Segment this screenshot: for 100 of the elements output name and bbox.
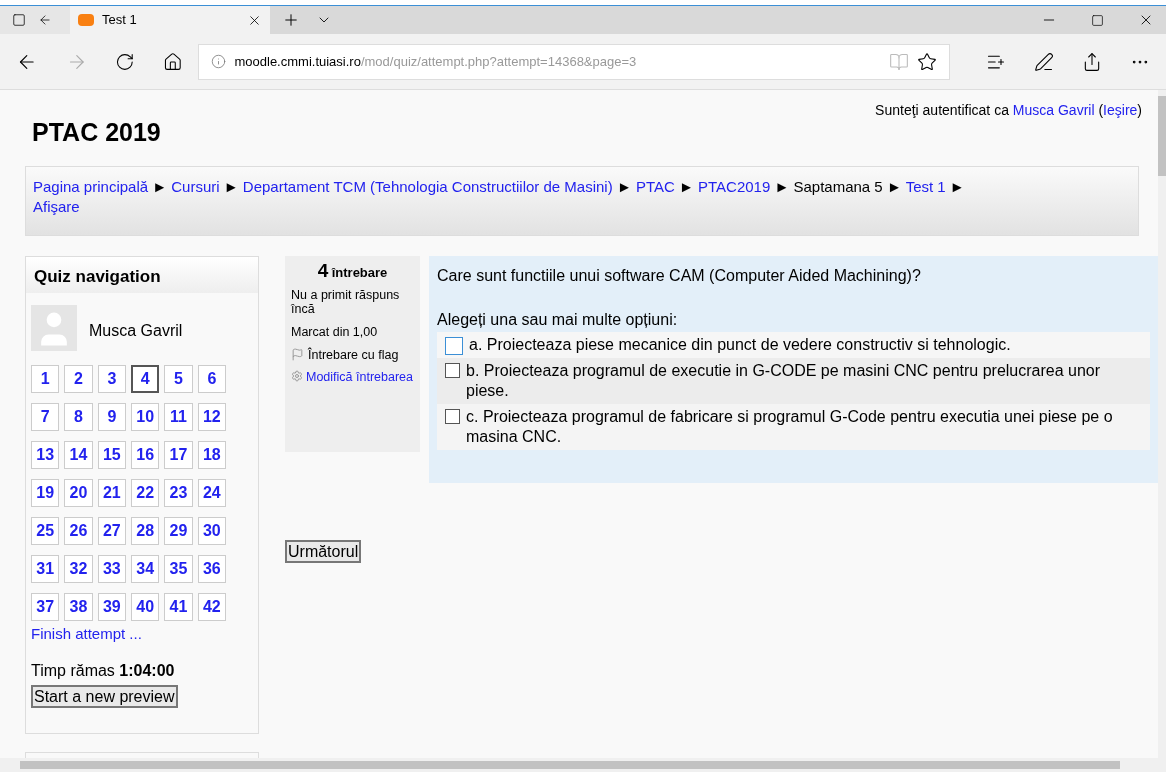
question-number-button[interactable]: 28 [131, 516, 160, 545]
answer-option[interactable]: a. Proiecteaza piese mecanice din punct de vedere constructiv si tehnologic. [437, 331, 1150, 358]
answer-text: c. Proiecteaza programul de fabricare si programul G-Code pentru executia unei piese pe o masina CNC. [466, 406, 1114, 447]
question-number-button[interactable]: 23 [164, 478, 193, 507]
breadcrumb-link[interactable]: Pagina principală [33, 177, 149, 195]
question-status: Nu a primit răspuns încă [291, 287, 401, 316]
vertical-scrollbar[interactable] [1158, 90, 1166, 758]
question-number-button[interactable]: 7 [31, 402, 60, 431]
user-link[interactable]: Musca Gavril [1012, 102, 1095, 118]
question-number-button[interactable]: 35 [164, 554, 193, 583]
question-number-button[interactable]: 6 [197, 364, 226, 393]
horizontal-scrollbar[interactable] [0, 758, 1166, 772]
course-title: PTAC 2019 [32, 117, 161, 148]
answer-text: b. Proiecteaza programul de executie in G-CODE pe masini CNC pentru prelucrarea unor piese. [466, 360, 1102, 401]
address-bar[interactable]: moodle.cmmi.tuiasi.ro/mod/quiz/attempt.php?attempt=14368&page=3 [198, 43, 950, 80]
new-tab-icon[interactable] [282, 11, 300, 29]
question-number-button[interactable]: 5 [164, 364, 193, 393]
question-number-button[interactable]: 2 [64, 364, 93, 393]
question-number-button[interactable]: 30 [197, 516, 226, 545]
url-text: moodle.cmmi.tuiasi.ro/mod/quiz/attempt.php?attempt=14368&page=3 [234, 52, 638, 71]
question-number-button[interactable]: 21 [97, 478, 126, 507]
question-number-button[interactable]: 17 [164, 440, 193, 469]
refresh-icon[interactable] [115, 51, 135, 72]
answer-checkbox[interactable] [445, 408, 460, 424]
breadcrumb-separator: ► [949, 177, 965, 195]
answer-prompt: Alegeți una sau mai multe opțiuni: [437, 309, 679, 330]
breadcrumb-link[interactable]: PTAC [635, 177, 675, 195]
question-number-button[interactable]: 32 [64, 554, 93, 583]
question-number-button[interactable]: 4 [131, 364, 160, 393]
pen-icon[interactable] [1034, 51, 1054, 72]
answer-option[interactable]: c. Proiecteaza programul de fabricare si programul G-Code pentru executia unei piese pe o masina CNC. [437, 403, 1150, 450]
question-number: 4 întrebare [316, 263, 389, 280]
question-number-button[interactable]: 40 [131, 592, 160, 621]
question-number-button[interactable]: 41 [164, 592, 193, 621]
browser-tab[interactable]: Test 1 [70, 6, 270, 34]
edit-question-link[interactable]: Modifică întrebarea [306, 369, 413, 384]
logout-link[interactable]: Ieşire [1103, 102, 1138, 118]
question-number-button[interactable]: 8 [64, 402, 93, 431]
question-number-button[interactable]: 24 [197, 478, 226, 507]
finish-attempt-link[interactable]: Finish attempt ... [31, 622, 253, 645]
question-number-button[interactable]: 38 [64, 592, 93, 621]
site-logo-icon [78, 14, 94, 26]
time-remaining: Timp rămas 1:04:00 [31, 661, 176, 681]
breadcrumb-separator: ► [774, 177, 790, 195]
question-number-button[interactable]: 26 [64, 516, 93, 545]
question-number-button[interactable]: 37 [31, 592, 60, 621]
avatar-placeholder [31, 304, 77, 351]
question-number-button[interactable]: 20 [64, 478, 93, 507]
breadcrumb-link[interactable]: Test 1 [905, 177, 946, 195]
answer-checkbox[interactable] [445, 362, 460, 378]
gear-icon [291, 369, 303, 382]
breadcrumb-separator: ► [152, 177, 168, 195]
next-button[interactable]: Următorul [285, 539, 362, 563]
breadcrumb-link[interactable]: PTAC2019 [698, 177, 771, 195]
question-number-button[interactable]: 42 [197, 592, 226, 621]
breadcrumb-link[interactable]: Afişare [33, 197, 80, 215]
breadcrumb-separator: ► [223, 177, 239, 195]
tab-restore-icon[interactable] [38, 13, 52, 27]
share-icon[interactable] [1082, 51, 1102, 72]
answer-checkbox[interactable] [445, 336, 463, 355]
question-number-button[interactable]: 31 [31, 554, 60, 583]
question-number-button[interactable]: 11 [164, 402, 193, 431]
question-number-button[interactable]: 9 [97, 402, 126, 431]
tab-set-aside-icon[interactable] [12, 13, 26, 27]
breadcrumb-link[interactable]: Cursuri [171, 177, 220, 195]
question-number-button[interactable]: 12 [197, 402, 226, 431]
question-number-button[interactable]: 33 [97, 554, 126, 583]
answer-text: a. Proiecteaza piese mecanice din punct de vedere constructiv si tehnologic. [469, 334, 1011, 355]
block-title: Quiz navigation [26, 256, 258, 293]
user-name: Musca Gavril [89, 320, 183, 341]
question-number-button[interactable]: 22 [131, 478, 160, 507]
question-number-button[interactable]: 10 [131, 402, 160, 431]
question-number-button[interactable]: 16 [131, 440, 160, 469]
breadcrumb-separator: ► [679, 177, 694, 195]
question-text: Care sunt functiile unui software CAM (Computer Aided Machining)? [437, 265, 922, 286]
question-number-button[interactable]: 18 [197, 440, 226, 469]
question-number-button[interactable]: 1 [31, 364, 60, 393]
breadcrumb-link[interactable]: Departament TCM (Tehnologia Constructiilor de Masini) [242, 177, 613, 195]
info-icon [211, 54, 227, 69]
question-number-button[interactable]: 27 [97, 516, 126, 545]
maximize-icon[interactable] [1091, 13, 1104, 27]
question-number-button[interactable]: 19 [31, 478, 60, 507]
favorite-star-icon[interactable] [917, 51, 937, 72]
breadcrumb-separator: ► [886, 177, 902, 195]
new-preview-button[interactable]: Start a new preview [31, 685, 178, 708]
question-number-button[interactable]: 14 [64, 440, 93, 469]
question-mark: Marcat din 1,00 [291, 324, 379, 339]
question-number-button[interactable]: 25 [31, 516, 60, 545]
answer-option[interactable]: b. Proiecteaza programul de executie in G-CODE pe masini CNC pentru prelucrarea unor piese. [437, 357, 1150, 404]
question-number-button[interactable]: 3 [97, 364, 126, 393]
breadcrumb-separator: ► [616, 177, 632, 195]
question-number-button[interactable]: 39 [97, 592, 126, 621]
question-number-button[interactable]: 29 [164, 516, 193, 545]
question-number-button[interactable]: 36 [197, 554, 226, 583]
question-number-button[interactable]: 15 [97, 440, 126, 469]
home-icon[interactable] [162, 51, 183, 72]
question-number-button[interactable]: 34 [131, 554, 160, 583]
question-number-button[interactable]: 13 [31, 440, 60, 469]
flag-question-link[interactable]: Întrebare cu flag [308, 347, 399, 362]
breadcrumb-text: Saptamana 5 [793, 177, 883, 195]
